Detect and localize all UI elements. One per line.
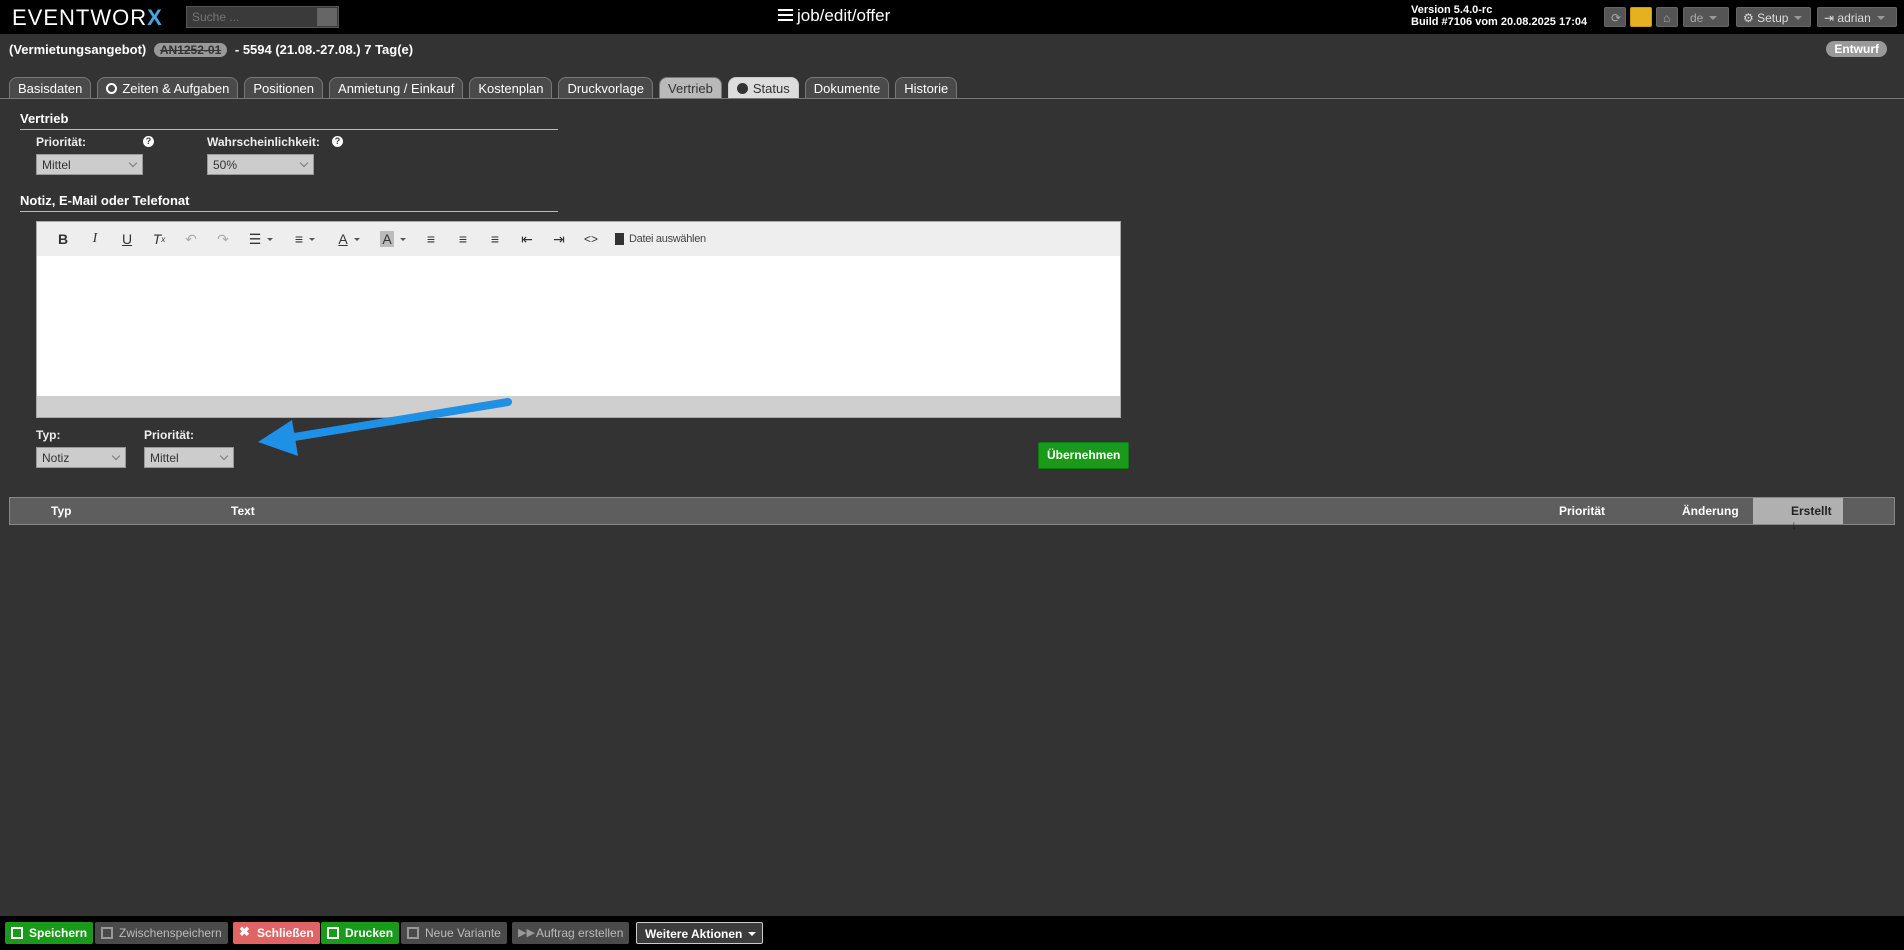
fast-forward-icon: ▶▶: [518, 927, 535, 939]
create-order-button[interactable]: ▶▶ Auftrag erstellen: [512, 922, 630, 944]
table-header: Typ Text Priorität Änderung Erstellt ↓: [9, 497, 1895, 532]
footer-toolbar: Speichern Zwischenspeichern ✖ Schließen D…: [0, 916, 1904, 950]
print-icon: [327, 927, 339, 939]
column-prioritaet[interactable]: Priorität: [1559, 504, 1605, 518]
copy-icon: [407, 927, 419, 939]
column-typ[interactable]: Typ: [51, 504, 71, 518]
save-button[interactable]: Speichern: [5, 922, 94, 944]
close-button[interactable]: ✖ Schließen: [233, 922, 320, 944]
new-variant-button[interactable]: Neue Variante: [401, 922, 507, 944]
intermediate-save-label: Zwischenspeichern: [119, 926, 222, 940]
more-actions-label: Weitere Aktionen: [645, 927, 743, 941]
annotation-arrow: [258, 398, 512, 456]
save-icon: [101, 927, 113, 939]
print-label: Drucken: [345, 926, 394, 940]
intermediate-save-button[interactable]: Zwischenspeichern: [95, 922, 228, 944]
column-aenderung[interactable]: Änderung: [1682, 504, 1739, 518]
save-icon: [11, 927, 23, 939]
save-label: Speichern: [29, 926, 88, 940]
chevron-down-icon: [748, 932, 757, 936]
more-actions-button[interactable]: Weitere Aktionen: [636, 922, 764, 944]
print-button[interactable]: Drucken: [321, 922, 400, 944]
column-erstellt[interactable]: Erstellt ↓: [1753, 498, 1843, 532]
column-text[interactable]: Text: [231, 504, 255, 518]
close-icon: ✖: [239, 924, 250, 939]
new-variant-label: Neue Variante: [425, 926, 501, 940]
create-order-label: Auftrag erstellen: [536, 926, 624, 940]
close-label: Schließen: [257, 926, 314, 940]
